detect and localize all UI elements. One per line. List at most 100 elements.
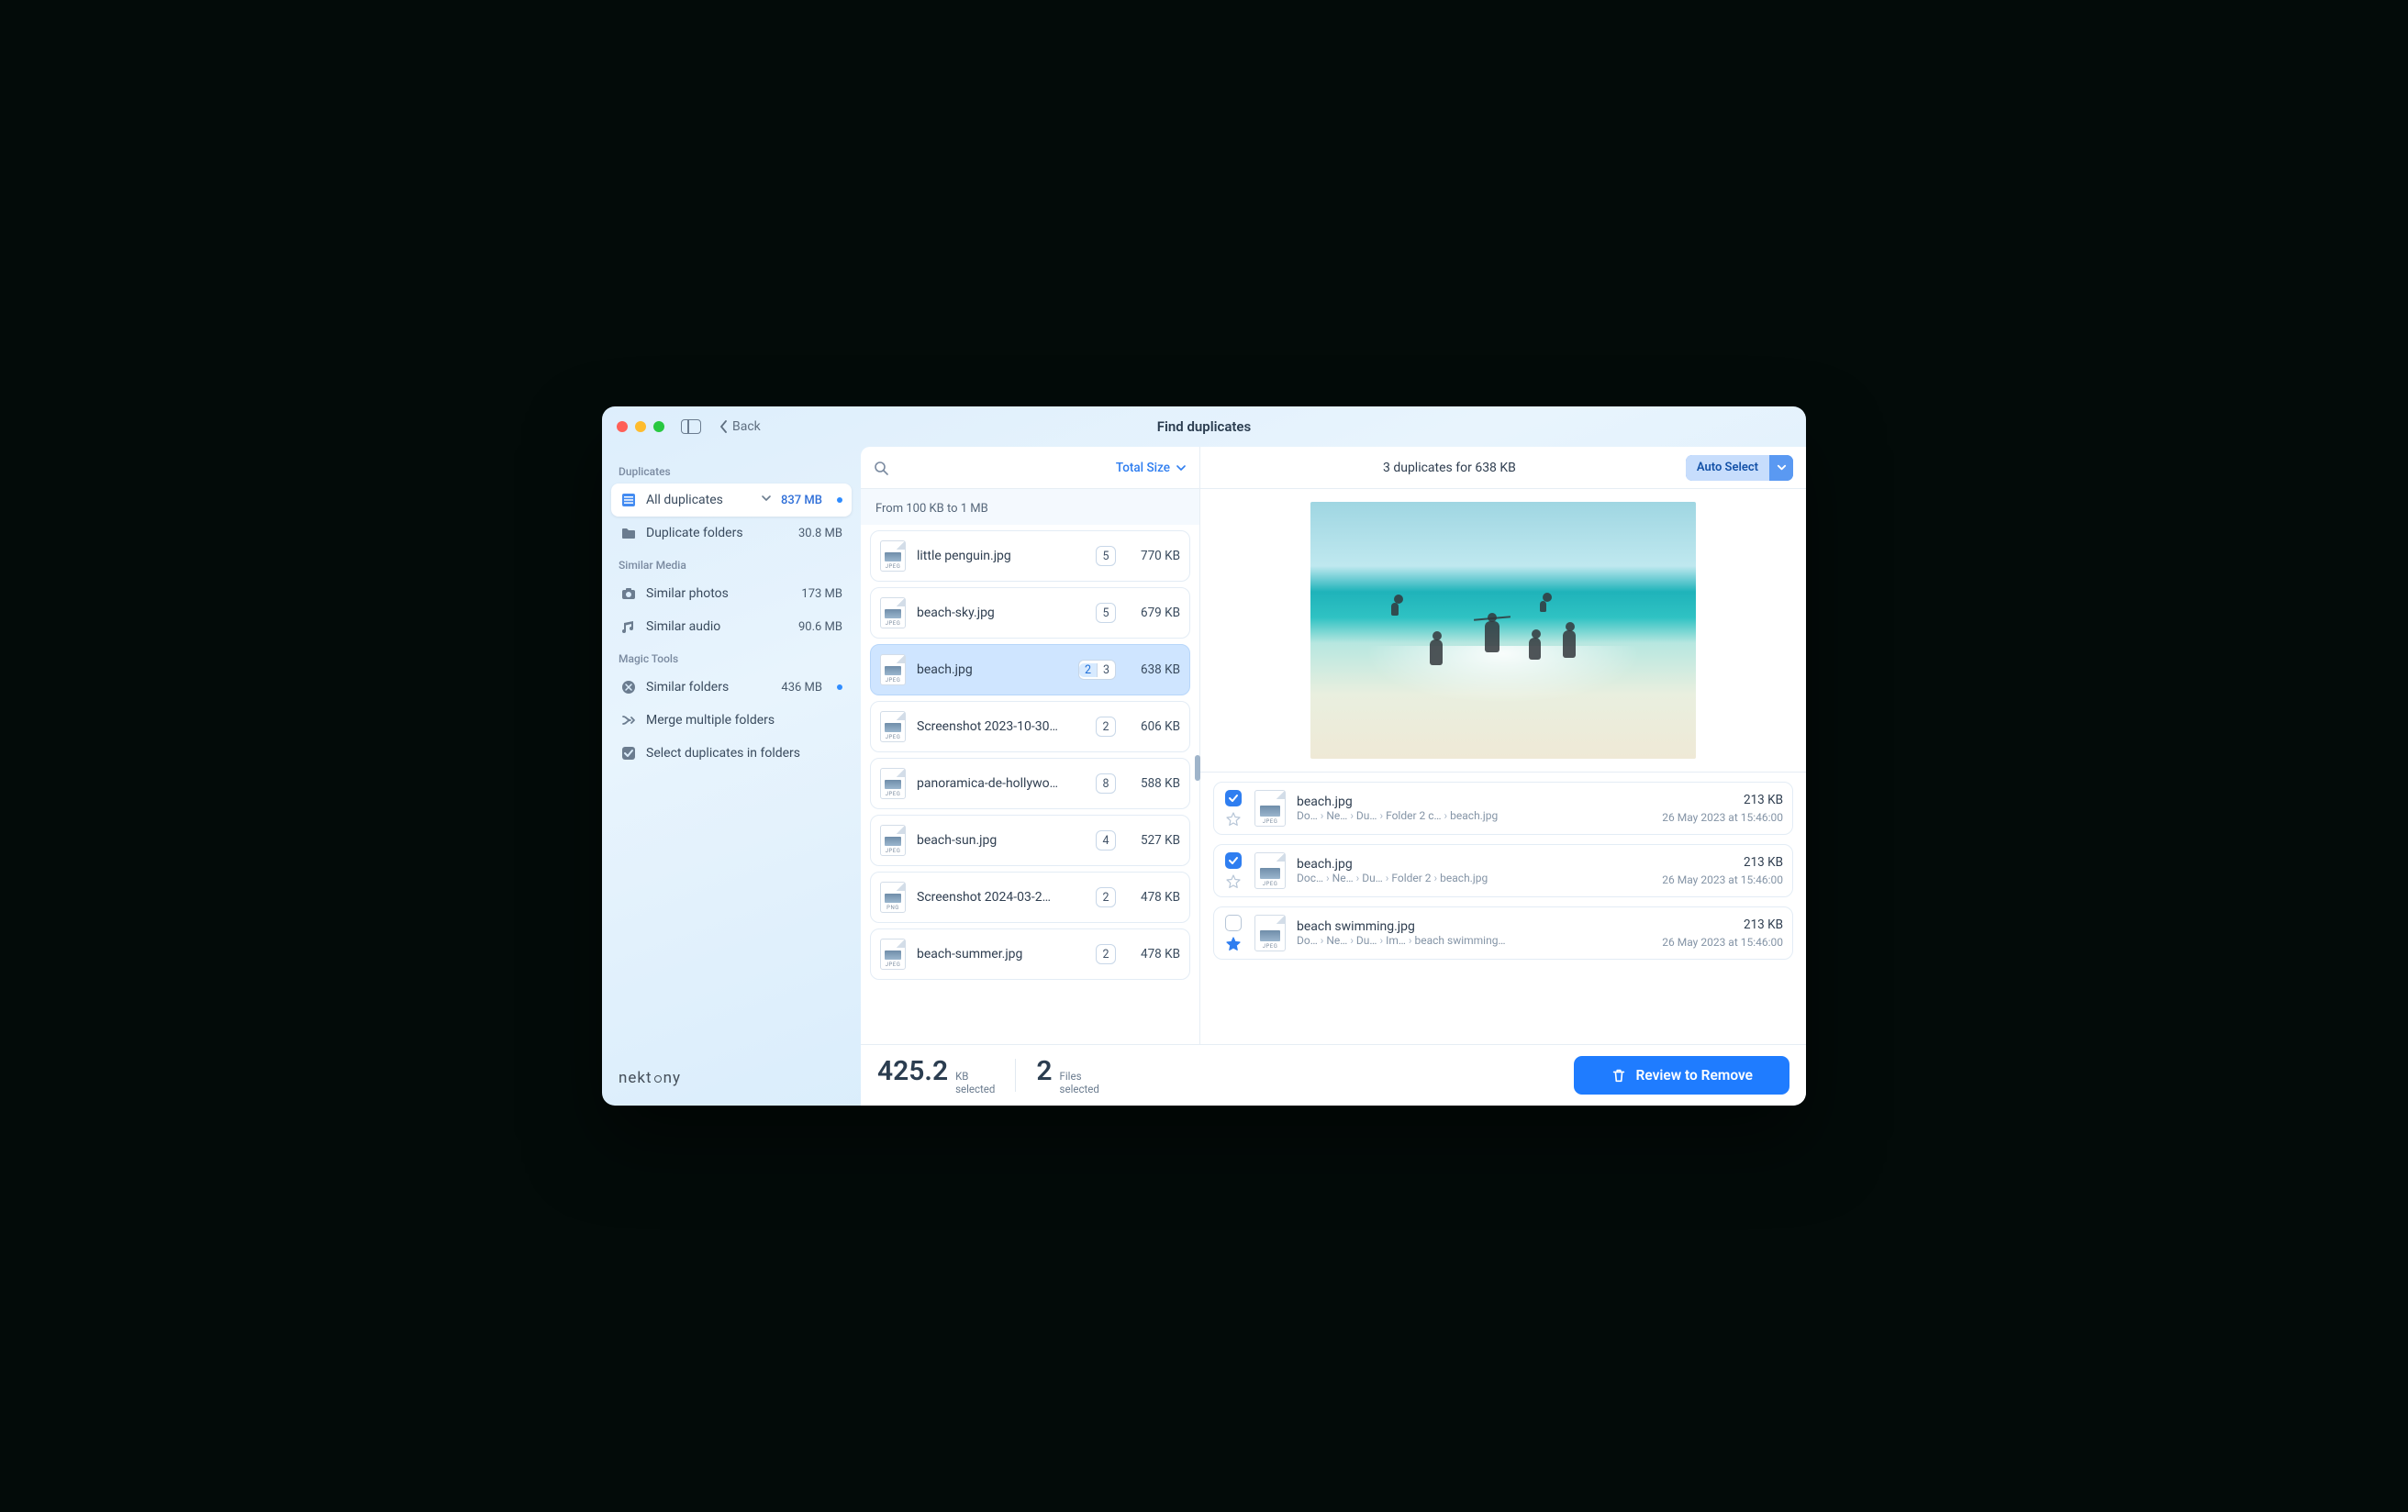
sidebar: Duplicates All duplicates 837 MB Duplicate …: [602, 447, 861, 1106]
file-row[interactable]: JPEGlittle penguin.jpg5770 KB: [870, 530, 1190, 582]
sidebar-item-value: 837 MB: [781, 494, 822, 507]
file-name: panoramica-de-hollywo…: [917, 776, 1085, 791]
sidebar-item-value: 90.6 MB: [798, 620, 842, 634]
minimize-window[interactable]: [635, 421, 646, 432]
check-icon: [620, 745, 637, 762]
attention-dot-icon: [837, 497, 842, 503]
file-type-icon: PNG: [880, 882, 906, 913]
zoom-window[interactable]: [653, 421, 664, 432]
footer-bar: 425.2 KB selected 2 Files selected: [861, 1045, 1806, 1106]
duplicate-path: Do…›Ne…›Du…›Folder 2 c…›beach.jpg: [1297, 809, 1651, 822]
file-row[interactable]: JPEG panoramica-de-hollywo… 8 588 KB: [870, 758, 1190, 809]
selected-size-label: selected: [955, 1083, 995, 1095]
select-checkbox[interactable]: [1225, 852, 1242, 869]
sidebar-item-duplicate-folders[interactable]: Duplicate folders30.8 MB: [611, 517, 852, 550]
camera-icon: [620, 585, 637, 602]
chevron-down-icon: [1176, 462, 1187, 473]
back-label: Back: [732, 419, 761, 434]
auto-select-control: Auto Select: [1686, 455, 1793, 481]
brand-o-icon: [654, 1075, 662, 1083]
detail-header: 3 duplicates for 638 KB Auto Select: [1200, 447, 1806, 489]
star-icon[interactable]: [1226, 937, 1241, 951]
duplicate-name: beach.jpg: [1297, 857, 1651, 872]
file-row[interactable]: JPEGbeach.jpg23638 KB: [870, 644, 1190, 695]
file-size: 638 KB: [1127, 662, 1180, 677]
selected-size-stat: 425.2 KB selected: [877, 1055, 1015, 1096]
select-checkbox[interactable]: [1225, 790, 1242, 806]
file-size: 527 KB: [1127, 833, 1180, 848]
sidebar-item-label: Similar audio: [646, 619, 789, 634]
file-type-icon: JPEG: [880, 597, 906, 628]
app-body: Duplicates All duplicates 837 MB Duplicate …: [602, 447, 1806, 1106]
sidebar-item-similar-photos[interactable]: Similar photos173 MB: [611, 577, 852, 610]
select-checkbox[interactable]: [1225, 915, 1242, 931]
sidebar-item-all-duplicates[interactable]: All duplicates 837 MB: [611, 484, 852, 517]
star-icon[interactable]: [1226, 874, 1241, 889]
file-row[interactable]: PNGScreenshot 2024-03-2…2478 KB: [870, 872, 1190, 923]
duplicate-size: 213 KB: [1662, 917, 1783, 932]
sidebar-item-select-dups[interactable]: Select duplicates in folders: [611, 737, 852, 770]
sidebar-item-label: Select duplicates in folders: [646, 746, 842, 761]
sidebar-toggle-icon[interactable]: [681, 419, 701, 434]
search-icon[interactable]: [874, 461, 888, 475]
sidebar-section-label: Duplicates: [611, 456, 852, 484]
sidebar-item-merge-folders[interactable]: Merge multiple folders: [611, 704, 852, 737]
sidebar-item-value: 436 MB: [781, 681, 822, 695]
compare-icon: [620, 679, 637, 695]
file-row[interactable]: JPEGScreenshot 2023-10-30…2606 KB: [870, 701, 1190, 752]
scrollbar-thumb[interactable]: [1195, 755, 1200, 781]
duplicate-size: 213 KB: [1662, 855, 1783, 870]
divider: [1015, 1059, 1016, 1092]
file-size: 770 KB: [1127, 549, 1180, 563]
star-icon[interactable]: [1226, 812, 1241, 827]
sidebar-item-similar-folders[interactable]: Similar folders 436 MB: [611, 671, 852, 704]
file-list[interactable]: JPEGlittle penguin.jpg5770 KBJPEGbeach-s…: [861, 525, 1199, 1044]
sidebar-section-label: Similar Media: [611, 550, 852, 577]
back-button[interactable]: Back: [719, 419, 761, 434]
file-type-icon: JPEG: [1254, 790, 1286, 827]
sort-button[interactable]: Total Size: [1116, 461, 1187, 475]
file-name: beach-summer.jpg: [917, 947, 1085, 962]
file-type-icon: JPEG: [880, 768, 906, 799]
review-label: Review to Remove: [1636, 1067, 1753, 1084]
close-window[interactable]: [617, 421, 628, 432]
sidebar-item-label: Duplicate folders: [646, 526, 789, 540]
selected-files-label: selected: [1060, 1083, 1099, 1095]
file-row[interactable]: JPEGbeach-sun.jpg4527 KB: [870, 815, 1190, 866]
folder-icon: [620, 525, 637, 541]
sort-label: Total Size: [1116, 461, 1170, 475]
file-type-icon: JPEG: [1254, 852, 1286, 889]
main-panel: Total Size From 100 KB to 1 MB JPEGlittl…: [861, 447, 1806, 1106]
titlebar: Back Find duplicates: [602, 406, 1806, 447]
file-name: Screenshot 2023-10-30…: [917, 719, 1085, 734]
duplicate-row: JPEGbeach swimming.jpgDo…›Ne…›Du…›Im…›be…: [1213, 906, 1793, 960]
file-size: 606 KB: [1127, 719, 1180, 734]
sidebar-section-label: Magic Tools: [611, 643, 852, 671]
duplicate-row: JPEG beach.jpgDoc…›Ne…›Du…›Folder 2›beach…: [1213, 844, 1793, 897]
duplicate-name: beach.jpg: [1297, 795, 1651, 809]
review-to-remove-button[interactable]: Review to Remove: [1574, 1056, 1789, 1095]
chevron-down-icon: [1777, 462, 1787, 472]
sidebar-item-label: Merge multiple folders: [646, 713, 842, 728]
detail-column: 3 duplicates for 638 KB Auto Select: [1200, 447, 1806, 1044]
file-type-icon: JPEG: [880, 654, 906, 685]
auto-select-button[interactable]: Auto Select: [1686, 455, 1769, 481]
sidebar-item-label: Similar folders: [646, 680, 772, 695]
main-top: Total Size From 100 KB to 1 MB JPEGlittl…: [861, 447, 1806, 1045]
file-name: little penguin.jpg: [917, 549, 1085, 563]
music-icon: [620, 618, 637, 635]
count-badge: 8: [1096, 773, 1116, 794]
duplicate-instances-list: JPEGbeach.jpgDo…›Ne…›Du…›Folder 2 c…›bea…: [1200, 773, 1806, 1044]
duplicate-path: Doc…›Ne…›Du…›Folder 2›beach.jpg: [1297, 872, 1651, 884]
sidebar-item-label: All duplicates: [646, 493, 755, 507]
file-size: 588 KB: [1127, 776, 1180, 791]
file-row[interactable]: JPEGbeach-summer.jpg2478 KB: [870, 928, 1190, 980]
file-name: Screenshot 2024-03-2…: [917, 890, 1085, 905]
duplicate-date: 26 May 2023 at 15:46:00: [1662, 936, 1783, 949]
sidebar-item-label: Similar photos: [646, 586, 792, 601]
file-row[interactable]: JPEGbeach-sky.jpg5679 KB: [870, 587, 1190, 639]
auto-select-dropdown[interactable]: [1769, 455, 1793, 481]
merge-icon: [620, 712, 637, 728]
file-type-icon: JPEG: [880, 825, 906, 856]
sidebar-item-similar-audio[interactable]: Similar audio 90.6 MB: [611, 610, 852, 643]
